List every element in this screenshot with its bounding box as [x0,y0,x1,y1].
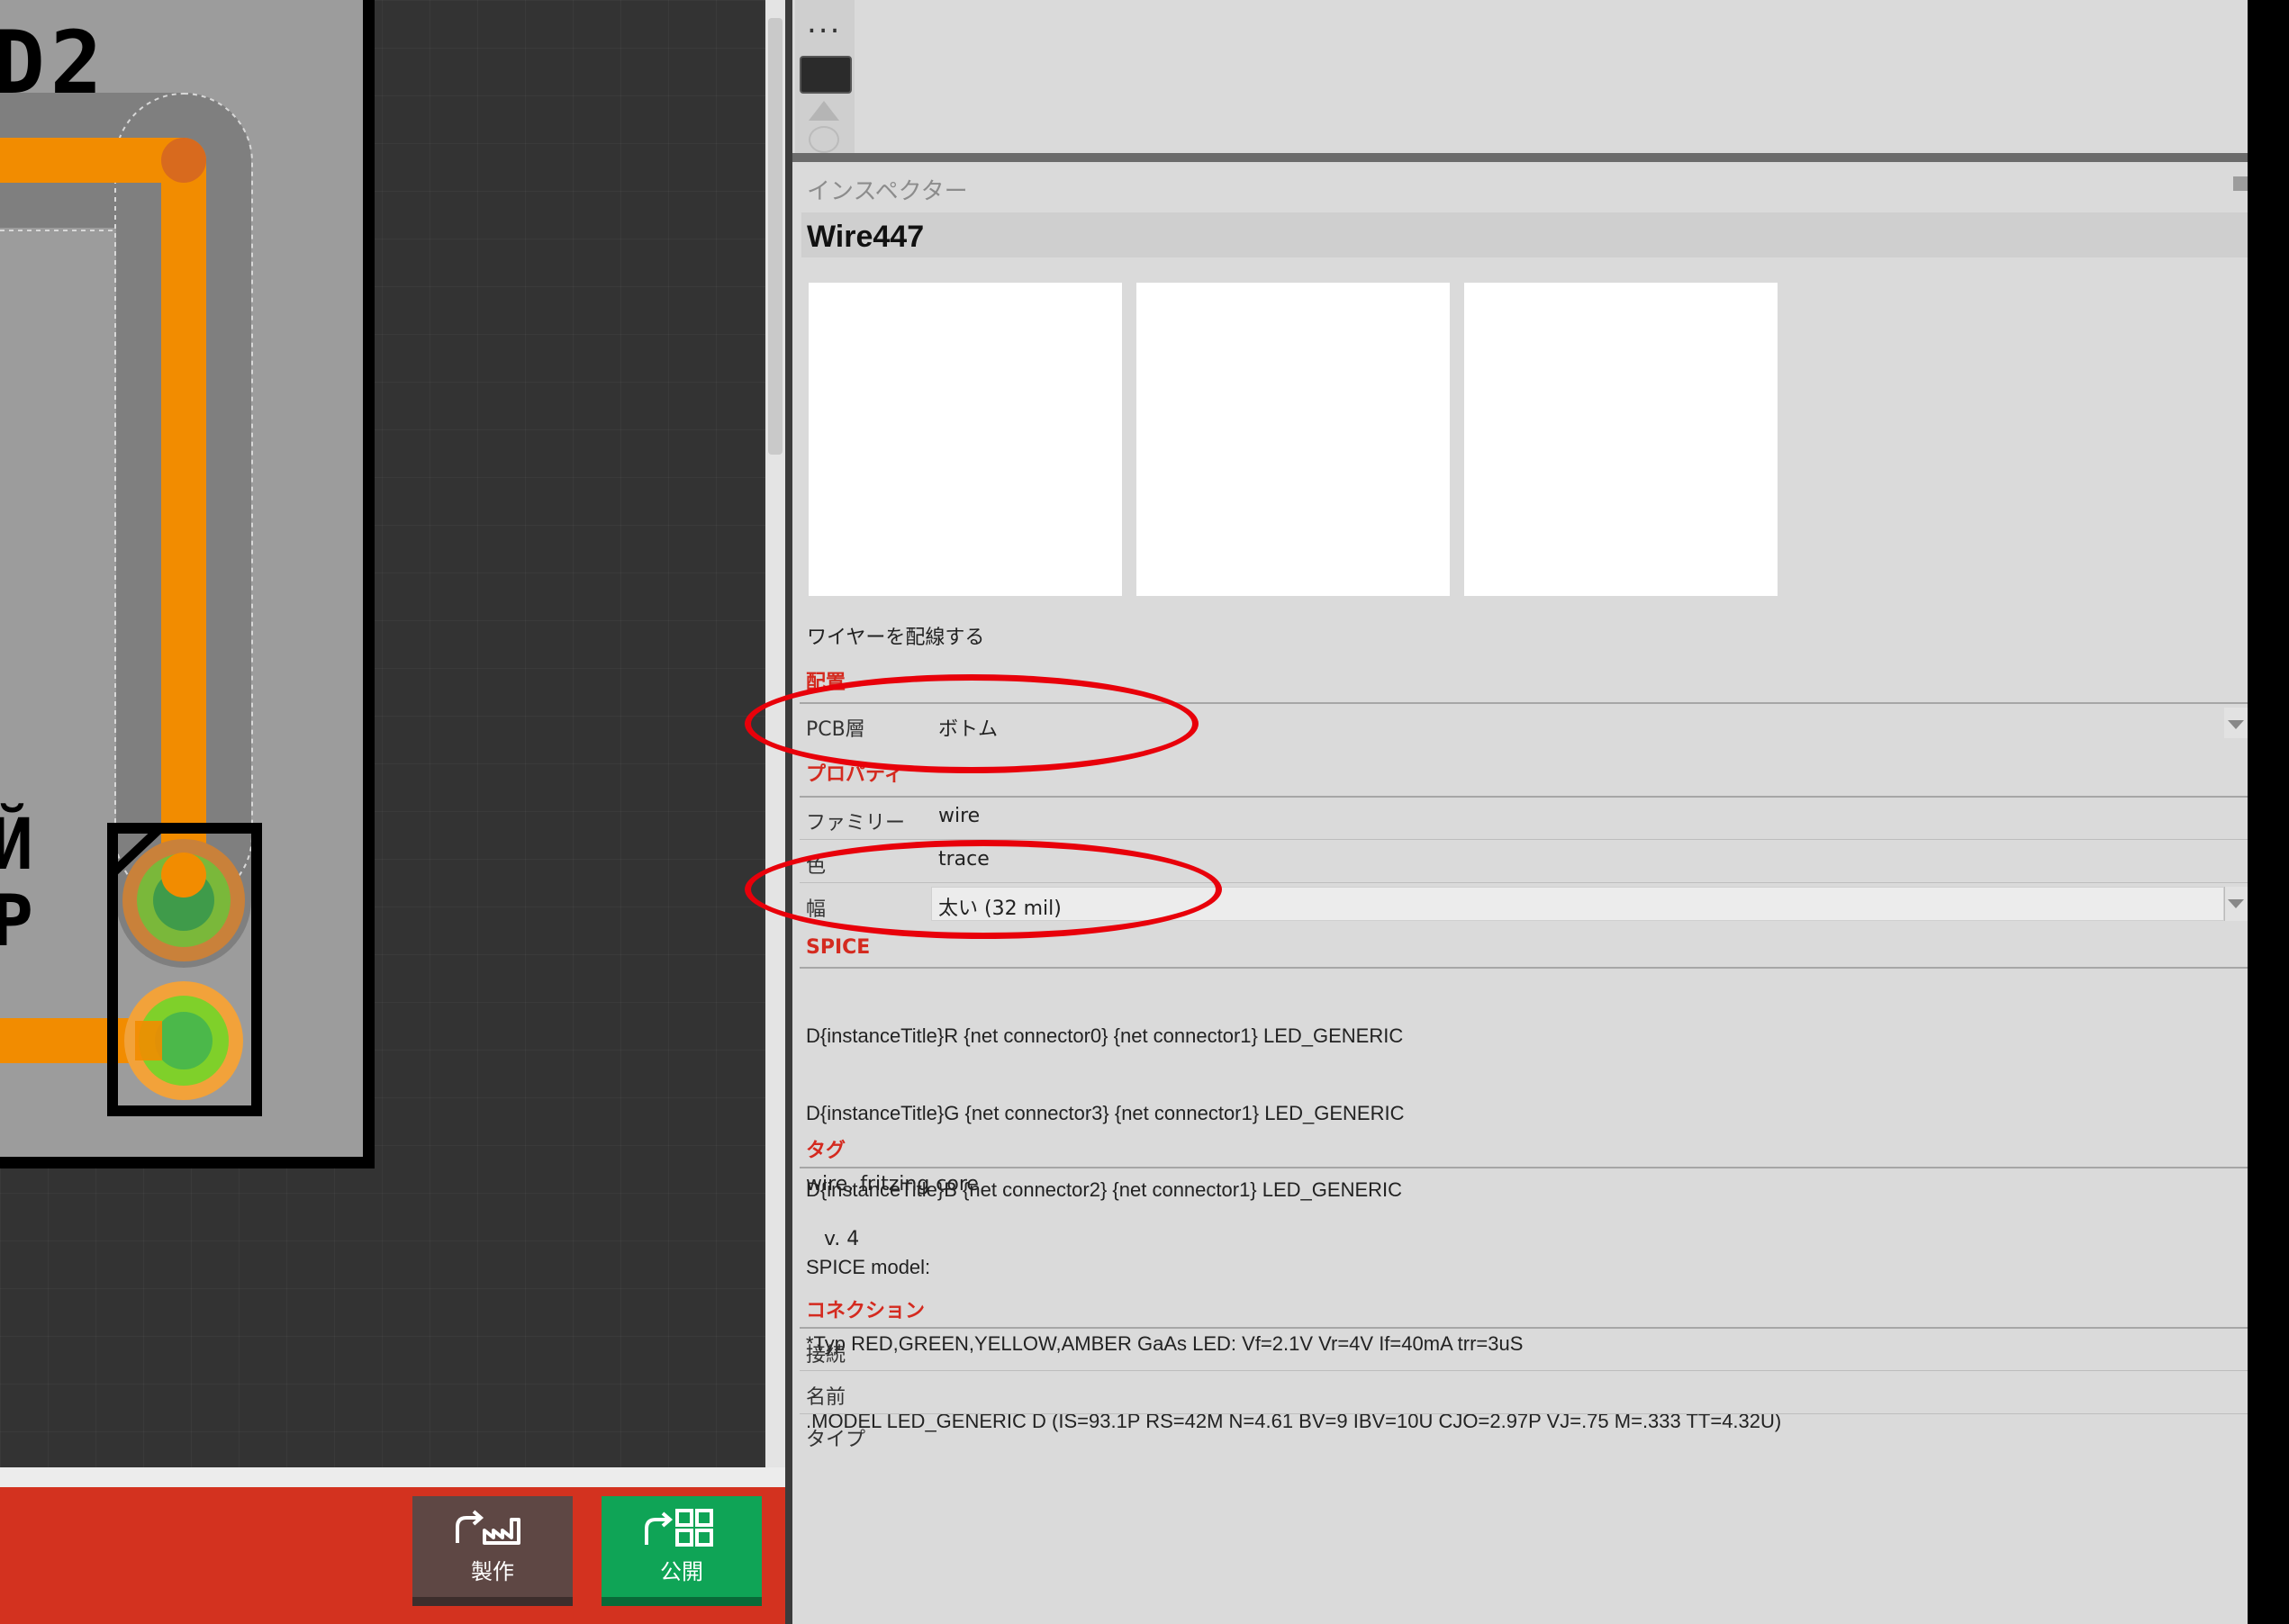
family-value: wire [938,805,981,827]
fabricate-button[interactable]: 製作 [412,1496,573,1606]
row-divider [800,1413,2248,1414]
version-text: v. 4 [824,1228,860,1250]
part-name[interactable]: Wire447 [807,220,924,255]
more-icon[interactable]: ... [807,7,841,38]
spice-line: D{instanceTitle}G {net connector3} {net … [806,1101,1405,1124]
share-icon [645,1508,713,1547]
chevron-down-icon [2228,899,2244,908]
section-divider [800,1167,2248,1168]
section-divider [800,1327,2248,1329]
spice-text: D{instanceTitle}R {net connector0} {net … [806,972,1781,1460]
connection-type-label: タイプ [806,1429,866,1451]
share-button[interactable]: 公開 [602,1496,762,1606]
part-description: ワイヤーを配線する [807,627,985,649]
connections-heading: コネクション [806,1300,926,1322]
section-divider [800,796,2248,798]
annotation-ellipse [745,840,1222,939]
spice-line: *Typ RED,GREEN,YELLOW,AMBER GaAs LED: Vf… [806,1332,1524,1355]
scrollbar-thumb[interactable] [768,18,783,455]
fabricate-icon [456,1509,520,1545]
schematic-preview [1136,283,1450,596]
fabricate-label: 製作 [471,1558,514,1584]
pcb-preview [1464,283,1778,596]
spice-line: D{instanceTitle}R {net connector0} {net … [806,1024,1404,1047]
chip-icon[interactable] [800,56,852,94]
share-label: 公開 [660,1558,703,1584]
pcb-traces[interactable] [0,0,765,1197]
dock-divider[interactable] [792,153,2248,162]
wire-bendpoint [161,138,206,183]
section-divider [800,967,2248,969]
connected-label: 接続 [806,1344,846,1367]
spice-line: SPICE model: [806,1255,931,1278]
pad-2-hole [155,1012,213,1069]
family-label: ファミリー [806,812,906,835]
part-name-bar [801,212,2248,257]
tags-value: wire, fritzing core [806,1173,979,1195]
dock-splitter[interactable] [785,0,792,1624]
annotation-ellipse [745,674,1199,773]
window-edge [2248,0,2289,1624]
spice-heading: SPICE [806,936,871,959]
tags-heading: タグ [806,1140,846,1162]
trace-end [161,853,206,898]
breadboard-preview [809,283,1122,596]
canvas-horizontal-scrollbar[interactable] [0,1467,785,1487]
chevron-down-icon [2228,720,2244,729]
inspector-title: インスペクター [807,178,968,205]
scroll-up-icon[interactable] [809,101,839,121]
scroll-down-icon[interactable] [809,126,839,153]
row-divider [800,1370,2248,1371]
spice-line: .MODEL LED_GENERIC D (IS=93.1P RS=42M N=… [806,1409,1782,1432]
float-dock-icon[interactable] [2233,176,2248,191]
connection-name-label: 名前 [806,1386,846,1409]
selected-wire-halo [0,93,251,968]
